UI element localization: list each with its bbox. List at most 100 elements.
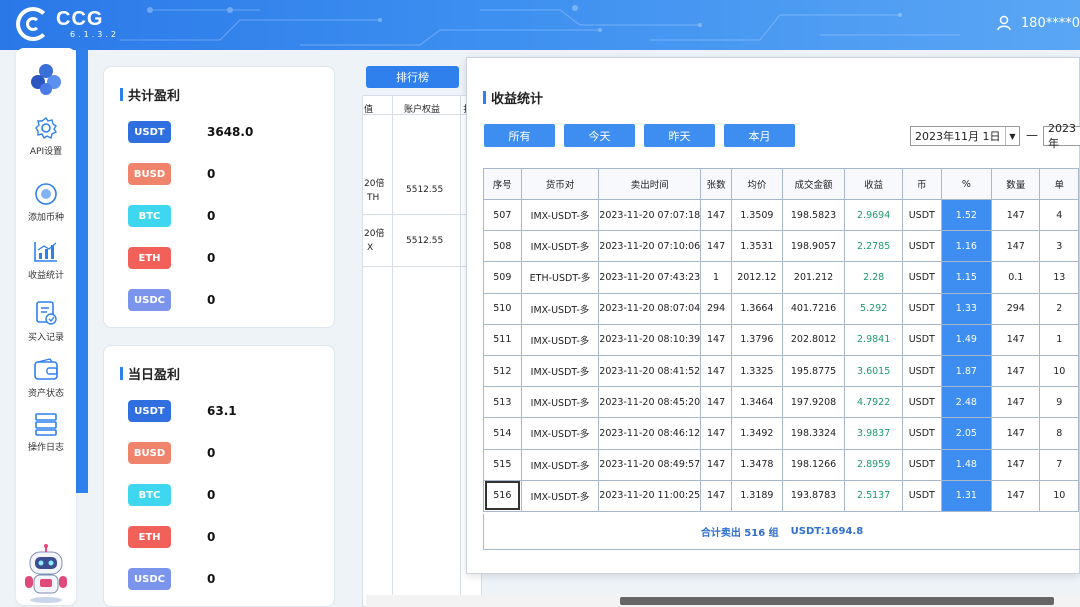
date-from-picker[interactable]: 2023年11月 1日 ▼	[910, 126, 1020, 146]
log-icon	[35, 413, 57, 436]
filter-month-button[interactable]: 本月	[724, 124, 795, 147]
sidebar-item-asset-status[interactable]: 资产状态	[16, 358, 76, 399]
filter-all-button[interactable]: 所有	[484, 124, 555, 147]
cell-unit: 8	[1039, 417, 1079, 450]
col-header[interactable]: 序号	[483, 168, 522, 200]
coin-badge-busd: BUSD	[128, 163, 171, 185]
col-header[interactable]: 张数	[700, 168, 732, 200]
cell-index: 507	[483, 198, 522, 232]
sidebar-item-add-coin[interactable]: 添加币种	[16, 182, 76, 223]
table-row[interactable]: 509 ETH-USDT-多 2023-11-20 07:43:23 1 2012.12…	[483, 261, 1079, 294]
filter-today-button[interactable]: 今天	[564, 124, 635, 147]
daily-eth-row: ETH 0	[128, 526, 215, 548]
cell-unit: 13	[1039, 261, 1079, 294]
table-summary: 合计卖出 516 组 USDT:1694.8	[483, 514, 1080, 550]
cell-contracts: 1	[700, 261, 732, 294]
cell-avg-price: 2012.12	[730, 261, 783, 294]
cell-unit: 2	[1039, 292, 1079, 325]
table-row[interactable]: 516 IMX-USDT-多 2023-11-20 11:00:25 147 1.318…	[483, 479, 1079, 512]
cell-amount: 198.3324	[781, 417, 846, 450]
col-header[interactable]: %	[940, 168, 993, 200]
col-header[interactable]: 收益	[844, 168, 903, 200]
cell-profit: 3.9837	[844, 417, 903, 450]
table-row[interactable]: 507 IMX-USDT-多 2023-11-20 07:07:18 147 1.350…	[483, 198, 1079, 232]
total-busd-row: BUSD 0	[128, 163, 215, 185]
cell-index: 516	[483, 479, 522, 512]
cell-amount: 202.8012	[781, 323, 846, 356]
sidebar-item-operation-log[interactable]: 操作日志	[16, 412, 76, 453]
horizontal-scrollbar[interactable]	[366, 595, 1080, 607]
gear-icon	[35, 116, 58, 140]
cell-unit: 10	[1039, 479, 1079, 512]
cell-quantity: 147	[991, 386, 1041, 419]
robot-mascot-icon	[25, 544, 67, 603]
date-from-value: 2023年11月 1日	[915, 130, 1001, 143]
chevron-down-icon[interactable]: ▼	[1005, 127, 1019, 145]
cell-pair: IMX-USDT-多	[520, 292, 600, 325]
ranking-button[interactable]: 排行榜	[366, 66, 459, 88]
coin-value: 0	[207, 446, 216, 460]
circuit-decoration	[120, 5, 960, 46]
total-usdt-row: USDT 3648.0	[128, 121, 253, 143]
daily-btc-row: BTC 0	[128, 484, 215, 506]
cell-quantity: 147	[991, 198, 1041, 232]
table-row[interactable]: 511 IMX-USDT-多 2023-11-20 08:10:39 147 1.379…	[483, 323, 1079, 356]
table-row[interactable]: 510 IMX-USDT-多 2023-11-20 08:07:04 294 1.366…	[483, 292, 1079, 325]
table-row[interactable]: 508 IMX-USDT-多 2023-11-20 07:10:06 147 1.353…	[483, 230, 1079, 263]
cell-quantity: 147	[991, 448, 1041, 481]
col-header[interactable]: 卖出时间	[598, 168, 702, 200]
total-btc-row: BTC 0	[128, 205, 215, 227]
cell-index: 511	[483, 323, 522, 356]
filter-yesterday-button[interactable]: 昨天	[644, 124, 715, 147]
scrollbar-thumb[interactable]	[620, 597, 1054, 605]
coin-value: 0	[207, 209, 216, 223]
cell-sell-time: 2023-11-20 08:41:52	[598, 354, 702, 388]
sidebar-item-api-settings[interactable]: API设置	[16, 116, 76, 157]
sidebar-item-label: API设置	[29, 147, 63, 157]
home-logo-icon[interactable]	[29, 62, 63, 96]
coin-value: 0	[207, 488, 216, 502]
coin-badge-usdc: USDC	[128, 289, 171, 311]
col-header[interactable]: 货币对	[520, 168, 600, 200]
ranking-cell: 20倍	[364, 229, 385, 239]
table-row[interactable]: 514 IMX-USDT-多 2023-11-20 08:46:12 147 1.349…	[483, 417, 1079, 450]
cell-sell-time: 2023-11-20 07:10:06	[598, 230, 702, 263]
cell-quantity: 294	[991, 292, 1041, 325]
total-eth-row: ETH 0	[128, 247, 215, 269]
cell-sell-time: 2023-11-20 08:46:12	[598, 417, 702, 450]
cell-profit: 5.292	[844, 292, 903, 325]
coin-badge-btc: BTC	[128, 484, 171, 506]
cell-index: 513	[483, 386, 522, 419]
chart-icon	[34, 242, 57, 262]
col-header[interactable]: 成交金额	[781, 168, 846, 200]
cell-pair: IMX-USDT-多	[520, 417, 600, 450]
cell-avg-price: 1.3796	[730, 323, 783, 356]
daily-profit-card: 当日盈利 USDT 63.1 BUSD 0 BTC 0 ETH 0 USDC 0	[103, 345, 335, 607]
cell-currency: USDT	[901, 261, 942, 294]
col-header[interactable]: 币	[901, 168, 942, 200]
cell-quantity: 147	[991, 479, 1041, 512]
sidebar-item-label: 收益统计	[27, 271, 64, 281]
table-row[interactable]: 515 IMX-USDT-多 2023-11-20 08:49:57 147 1.347…	[483, 448, 1079, 481]
table-row[interactable]: 513 IMX-USDT-多 2023-11-20 08:45:20 147 1.346…	[483, 386, 1079, 419]
col-header[interactable]: 均价	[730, 168, 783, 200]
cell-sell-time: 2023-11-20 11:00:25	[598, 479, 702, 512]
daily-busd-row: BUSD 0	[128, 442, 215, 464]
date-to-picker[interactable]: 2023年	[1043, 122, 1080, 150]
sidebar-item-profit-stats[interactable]: 收益统计	[16, 240, 76, 281]
cell-amount: 197.9208	[781, 386, 846, 419]
cell-unit: 4	[1039, 198, 1079, 232]
cell-amount: 193.8783	[781, 479, 846, 512]
cell-currency: USDT	[901, 198, 942, 232]
table-row[interactable]: 512 IMX-USDT-多 2023-11-20 08:41:52 147 1.332…	[483, 354, 1079, 388]
col-header[interactable]: 数量	[991, 168, 1041, 200]
col-header[interactable]: 单	[1039, 168, 1079, 200]
coin-value: 0	[207, 572, 216, 586]
wallet-icon	[34, 358, 58, 380]
cell-percent: 1.15	[940, 261, 993, 294]
sidebar-item-buy-records[interactable]: 买入记录	[16, 300, 76, 343]
user-account[interactable]: 180****0	[997, 15, 1080, 31]
sidebar-accent	[76, 48, 88, 493]
sidebar-item-label: 操作日志	[27, 443, 64, 453]
cell-currency: USDT	[901, 230, 942, 263]
